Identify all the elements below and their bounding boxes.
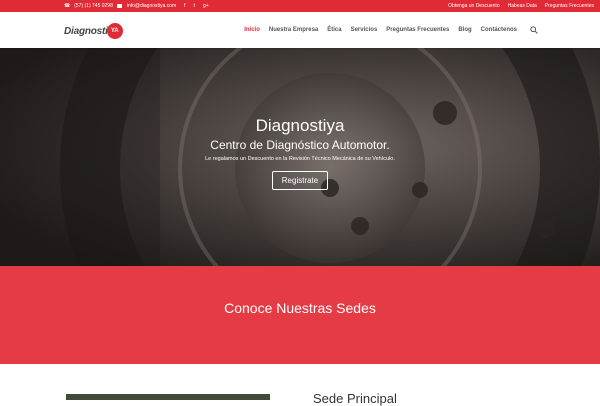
google-plus-icon[interactable]: g+ bbox=[203, 3, 209, 9]
nav-item-inicio[interactable]: Inicio bbox=[244, 27, 260, 33]
sedes-heading: Conoce Nuestras Sedes bbox=[224, 300, 376, 316]
sede-principal-section: Sede Principal bbox=[0, 364, 600, 406]
facebook-icon[interactable]: f bbox=[184, 3, 185, 9]
nav-item-blog[interactable]: Blog bbox=[458, 27, 471, 33]
top-bar-links: Obtenga un Descuento Habeas Data Pregunt… bbox=[448, 0, 594, 12]
sede-photo bbox=[66, 394, 270, 400]
hero-description: Le regalamos un Descuento en la Revisión… bbox=[205, 156, 395, 162]
hero-content: Diagnostiya Centro de Diagnóstico Automo… bbox=[0, 116, 600, 190]
hero-subtitle: Centro de Diagnóstico Automotor. bbox=[210, 138, 390, 152]
nav-item-servicios[interactable]: Servicios bbox=[351, 27, 378, 33]
mail-icon bbox=[116, 4, 122, 8]
logo-badge: YA bbox=[106, 23, 123, 39]
email-link[interactable]: info@diagnostiya.com bbox=[127, 3, 176, 9]
top-link-habeas-data[interactable]: Habeas Data bbox=[508, 3, 537, 9]
nav-item-nuestra-empresa[interactable]: Nuestra Empresa bbox=[269, 27, 318, 33]
logo-text: Diagnosti bbox=[64, 25, 108, 37]
sedes-banner: Conoce Nuestras Sedes bbox=[0, 266, 600, 364]
register-button[interactable]: Registrate bbox=[271, 171, 329, 190]
nav-item-preguntas-frecuentes[interactable]: Preguntas Frecuentes bbox=[386, 27, 449, 33]
nav-item-contactenos[interactable]: Contáctenos bbox=[481, 27, 517, 33]
hero-title: Diagnostiya bbox=[255, 116, 345, 135]
twitter-icon[interactable]: t bbox=[194, 3, 195, 9]
phone-icon: ☎ bbox=[64, 3, 71, 9]
top-bar-contact: ☎ (57) (1) 745 0298 info@diagnostiya.com… bbox=[64, 0, 209, 12]
search-icon[interactable] bbox=[530, 26, 538, 34]
main-header: Diagnosti YA Inicio Nuestra Empresa Étic… bbox=[0, 12, 600, 48]
top-link-descuento[interactable]: Obtenga un Descuento bbox=[448, 3, 499, 9]
nav-item-etica[interactable]: Ética bbox=[327, 27, 341, 33]
hero-section: Diagnostiya Centro de Diagnóstico Automo… bbox=[0, 48, 600, 266]
main-nav: Inicio Nuestra Empresa Ética Servicios P… bbox=[244, 12, 538, 48]
top-link-preguntas[interactable]: Preguntas Frecuentes bbox=[545, 3, 594, 9]
site-logo[interactable]: Diagnosti YA bbox=[64, 21, 123, 41]
top-bar: ☎ (57) (1) 745 0298 info@diagnostiya.com… bbox=[0, 0, 600, 12]
phone-number: (57) (1) 745 0298 bbox=[74, 3, 113, 9]
sede-title: Sede Principal bbox=[313, 391, 397, 406]
